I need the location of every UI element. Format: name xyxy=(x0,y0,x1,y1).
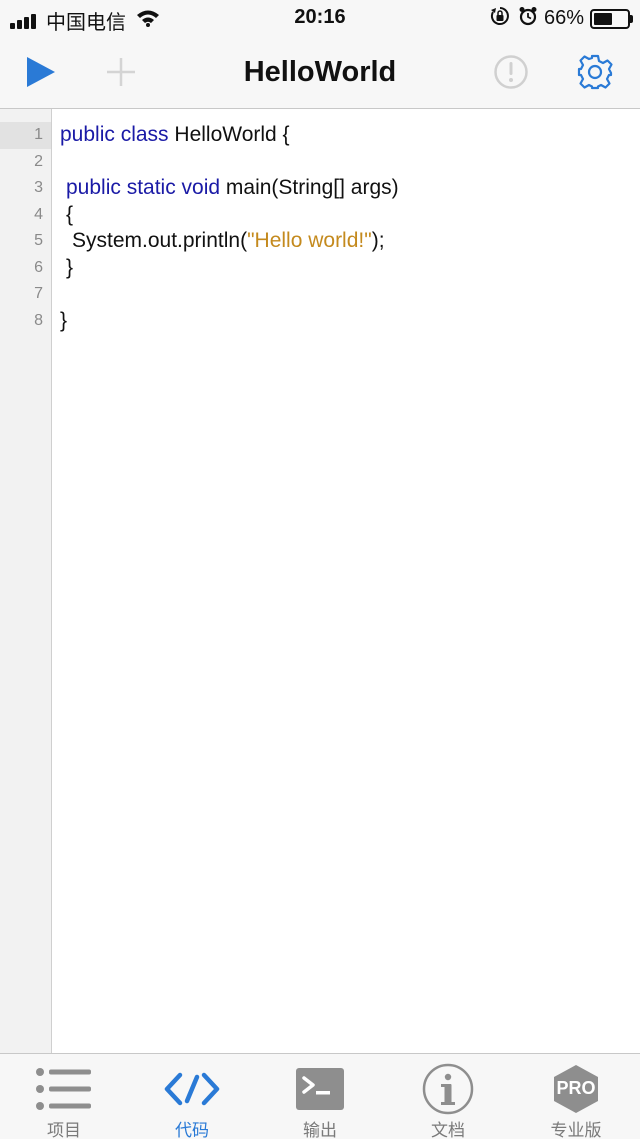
status-bar: 中国电信 20:16 66% xyxy=(0,0,640,36)
code-token: } xyxy=(66,255,74,279)
code-line[interactable]: 8} xyxy=(0,308,640,335)
status-right: 66% xyxy=(490,6,633,31)
alarm-icon xyxy=(518,6,538,31)
code-editor[interactable]: 1 public class HelloWorld { 2 3 public stati… xyxy=(0,109,640,1053)
line-number: 5 xyxy=(34,232,43,249)
tab-code-label: 代码 xyxy=(175,1121,209,1140)
warning-icon xyxy=(494,55,528,89)
line-number: 7 xyxy=(34,285,43,302)
code-text: public static void main(String[] args) xyxy=(66,175,399,202)
code-token: { xyxy=(66,202,74,226)
info-icon xyxy=(422,1063,474,1115)
code-keyword: public class xyxy=(60,123,169,146)
line-number: 4 xyxy=(34,205,43,223)
tab-docs[interactable]: 文档 xyxy=(384,1054,512,1140)
navigation-bar: HelloWorld xyxy=(0,36,640,109)
line-number: 3 xyxy=(34,179,43,196)
code-line[interactable]: 3 public static void main(String[] args) xyxy=(0,175,640,202)
code-text: } xyxy=(66,255,73,282)
settings-icon xyxy=(577,54,613,90)
code-text: } xyxy=(60,308,67,335)
tab-output[interactable]: 输出 xyxy=(256,1054,384,1140)
code-token: HelloWorld { xyxy=(168,123,290,146)
code-text: System.out.println("Hello world!"); xyxy=(72,228,385,255)
line-number: 8 xyxy=(34,311,43,329)
battery-level-fill xyxy=(594,12,612,25)
code-line[interactable]: 6} xyxy=(0,255,640,282)
line-number: 2 xyxy=(34,152,43,170)
line-number: 6 xyxy=(34,258,43,276)
warnings-button[interactable] xyxy=(489,50,533,94)
page-title: HelloWorld xyxy=(243,56,397,88)
code-token: main(String[] args) xyxy=(220,176,399,199)
code-text: public class HelloWorld { xyxy=(60,122,290,149)
code-text: { xyxy=(66,202,73,229)
battery-percent: 66% xyxy=(543,7,584,29)
battery-icon xyxy=(590,8,633,29)
terminal-icon xyxy=(296,1068,344,1110)
tab-project-label: 项目 xyxy=(47,1121,81,1140)
code-token: ); xyxy=(371,229,385,252)
tab-pro-label: 专业版 xyxy=(550,1121,602,1140)
tab-bar: 项目 代码 输出 文档 PRO 专业版 xyxy=(0,1053,640,1140)
code-line[interactable]: 7 xyxy=(0,281,640,308)
list-icon xyxy=(36,1068,91,1110)
settings-button[interactable] xyxy=(573,50,617,94)
code-keyword: public static void xyxy=(66,176,221,199)
code-line[interactable]: 2 xyxy=(0,149,640,176)
code-token: System.out.println( xyxy=(72,229,248,252)
tab-docs-label: 文档 xyxy=(431,1121,465,1140)
tab-project[interactable]: 项目 xyxy=(0,1054,128,1140)
tab-output-label: 输出 xyxy=(303,1121,337,1140)
line-number: 1 xyxy=(0,122,51,149)
tab-code[interactable]: 代码 xyxy=(128,1054,256,1140)
pro-badge-icon: PRO xyxy=(550,1063,602,1115)
code-string: "Hello world!" xyxy=(247,229,372,252)
code-token: } xyxy=(60,308,68,332)
code-line[interactable]: 5 System.out.println("Hello world!"); xyxy=(0,228,640,255)
pro-badge-text: PRO xyxy=(556,1078,596,1098)
code-line[interactable]: 4{ xyxy=(0,202,640,229)
tab-pro[interactable]: PRO 专业版 xyxy=(512,1054,640,1140)
code-line[interactable]: 1 public class HelloWorld { xyxy=(0,122,640,149)
orientation-lock-icon xyxy=(490,6,510,31)
code-icon xyxy=(164,1072,220,1106)
